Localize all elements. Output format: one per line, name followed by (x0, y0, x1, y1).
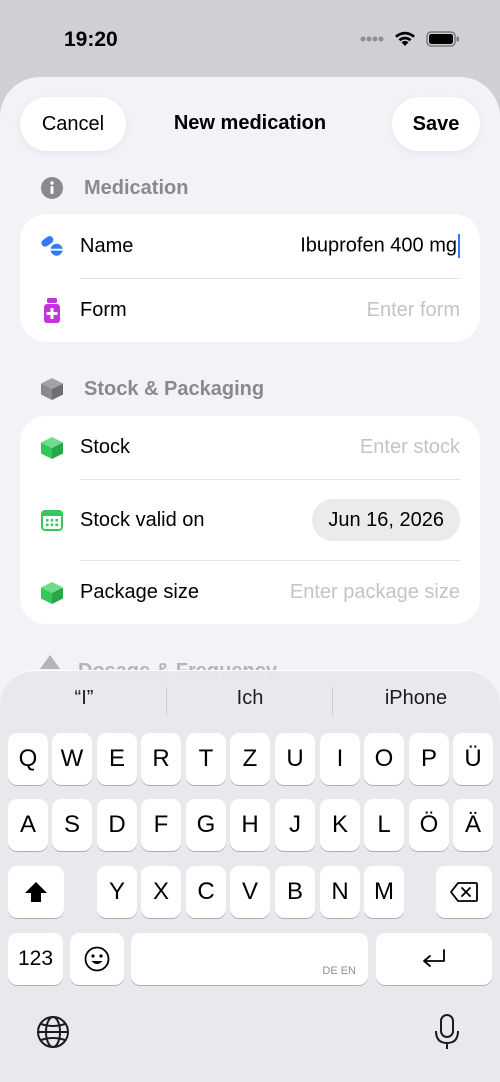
info-icon (41, 177, 63, 199)
wifi-icon (395, 31, 415, 46)
name-label: Name (80, 234, 134, 257)
cellular-signal-icon (360, 36, 384, 41)
key[interactable]: H (230, 799, 270, 851)
section-title: Medication (84, 176, 189, 199)
key[interactable]: Q (8, 733, 48, 785)
shift-icon (25, 882, 47, 902)
key[interactable]: D (97, 799, 137, 851)
divider (166, 687, 167, 715)
medication-card: Name Ibuprofen 400 mg Form Enter form (20, 214, 480, 342)
name-input[interactable]: Ibuprofen 400 mg (300, 234, 460, 258)
key[interactable]: M (364, 866, 404, 918)
section-title: Stock & Packaging (84, 377, 265, 400)
delete-key[interactable] (436, 866, 492, 918)
suggestion-bar: “I” Ich iPhone (0, 671, 500, 727)
space-key[interactable]: DE EN (131, 933, 368, 985)
section-header-medication: Medication (40, 176, 188, 200)
key[interactable]: Y (97, 866, 137, 918)
key[interactable]: V (230, 866, 270, 918)
shift-key[interactable] (8, 866, 64, 918)
key[interactable]: Ö (409, 799, 449, 851)
emoji-key[interactable] (70, 933, 124, 985)
keyboard-languages: DE EN (322, 965, 356, 977)
globe-icon[interactable] (36, 1015, 70, 1049)
return-key[interactable] (376, 933, 492, 985)
key[interactable]: J (275, 799, 315, 851)
key[interactable]: X (141, 866, 181, 918)
package-size-row[interactable]: Package size Enter package size (20, 561, 480, 624)
key[interactable]: Ä (453, 799, 493, 851)
suggestion-item[interactable]: “I” (4, 687, 164, 710)
key[interactable]: G (186, 799, 226, 851)
package-size-label: Package size (80, 581, 199, 603)
suggestion-item[interactable]: iPhone (336, 687, 496, 710)
status-bar: 19:20 (0, 0, 500, 80)
key[interactable]: S (52, 799, 92, 851)
key[interactable]: T (186, 733, 226, 785)
key[interactable]: F (141, 799, 181, 851)
medicine-bottle-icon (40, 297, 64, 323)
box-icon (41, 378, 63, 400)
key[interactable]: W (52, 733, 92, 785)
status-icons (360, 30, 460, 47)
form-label: Form (80, 299, 127, 321)
return-icon (423, 949, 445, 967)
suggestion-item[interactable]: Ich (170, 687, 330, 710)
key[interactable]: C (186, 866, 226, 918)
form-input[interactable]: Enter form (367, 299, 460, 322)
key[interactable]: Ü (453, 733, 493, 785)
battery-icon (426, 30, 459, 47)
name-value: Ibuprofen 400 mg (300, 234, 457, 257)
stock-label: Stock (80, 436, 131, 458)
divider (332, 687, 333, 715)
numbers-key[interactable]: 123 (8, 933, 63, 985)
key[interactable]: A (8, 799, 48, 851)
key[interactable]: P (409, 733, 449, 785)
stock-valid-date-picker[interactable]: Jun 16, 2026 (312, 499, 460, 541)
form-row[interactable]: Form Enter form (20, 279, 480, 342)
emoji-icon (84, 946, 110, 972)
key[interactable]: N (320, 866, 360, 918)
status-time: 19:20 (64, 28, 118, 51)
microphone-icon[interactable] (434, 1013, 460, 1051)
package-size-input[interactable]: Enter package size (290, 581, 460, 604)
keyboard: “I” Ich iPhone Q W E R T Z U I O P Ü A S… (0, 670, 500, 1082)
calendar-icon (40, 508, 64, 532)
stock-valid-label: Stock valid on (80, 508, 205, 531)
pills-icon (40, 234, 64, 258)
stock-box-icon (40, 436, 64, 460)
section-header-stock: Stock & Packaging (40, 377, 264, 401)
backspace-icon (450, 882, 478, 902)
stock-card: Stock Enter stock Stock valid on Jun 16,… (20, 416, 480, 624)
stock-input[interactable]: Enter stock (360, 436, 460, 459)
dosage-section-icon (40, 655, 60, 669)
key[interactable]: R (141, 733, 181, 785)
name-row[interactable]: Name Ibuprofen 400 mg (20, 214, 480, 278)
key[interactable]: E (97, 733, 137, 785)
stock-row[interactable]: Stock Enter stock (20, 416, 480, 479)
stock-valid-row: Stock valid on Jun 16, 2026 (20, 480, 480, 560)
key[interactable]: B (275, 866, 315, 918)
text-cursor (458, 234, 460, 258)
save-button[interactable]: Save (392, 97, 480, 151)
key[interactable]: K (320, 799, 360, 851)
key[interactable]: I (320, 733, 360, 785)
key[interactable]: U (275, 733, 315, 785)
key[interactable]: O (364, 733, 404, 785)
key[interactable]: L (364, 799, 404, 851)
package-box-icon (40, 581, 64, 605)
key[interactable]: Z (230, 733, 270, 785)
